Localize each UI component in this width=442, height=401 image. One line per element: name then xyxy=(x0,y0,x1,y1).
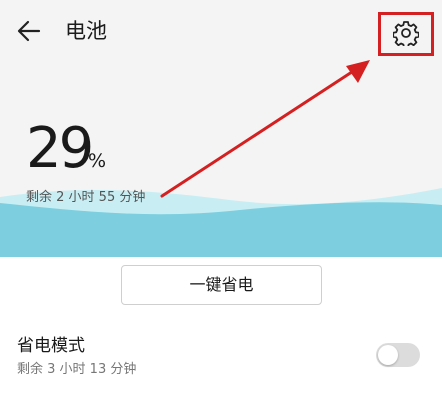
one-key-save-button[interactable]: 一键省电 xyxy=(121,265,322,305)
back-arrow-icon[interactable] xyxy=(14,16,44,46)
top-bar: 电池 xyxy=(0,0,442,60)
battery-percent: 29 xyxy=(26,116,94,181)
power-saving-mode-toggle[interactable] xyxy=(376,343,420,367)
page-title: 电池 xyxy=(65,19,107,43)
gear-icon[interactable] xyxy=(393,20,419,46)
battery-percent-unit: % xyxy=(88,150,107,172)
power-saving-mode-remaining: 剩余 3 小时 13 分钟 xyxy=(17,362,137,377)
power-saving-mode-label: 省电模式 xyxy=(17,336,85,356)
toggle-knob xyxy=(378,345,398,365)
battery-remaining-time: 剩余 2 小时 55 分钟 xyxy=(26,190,146,205)
